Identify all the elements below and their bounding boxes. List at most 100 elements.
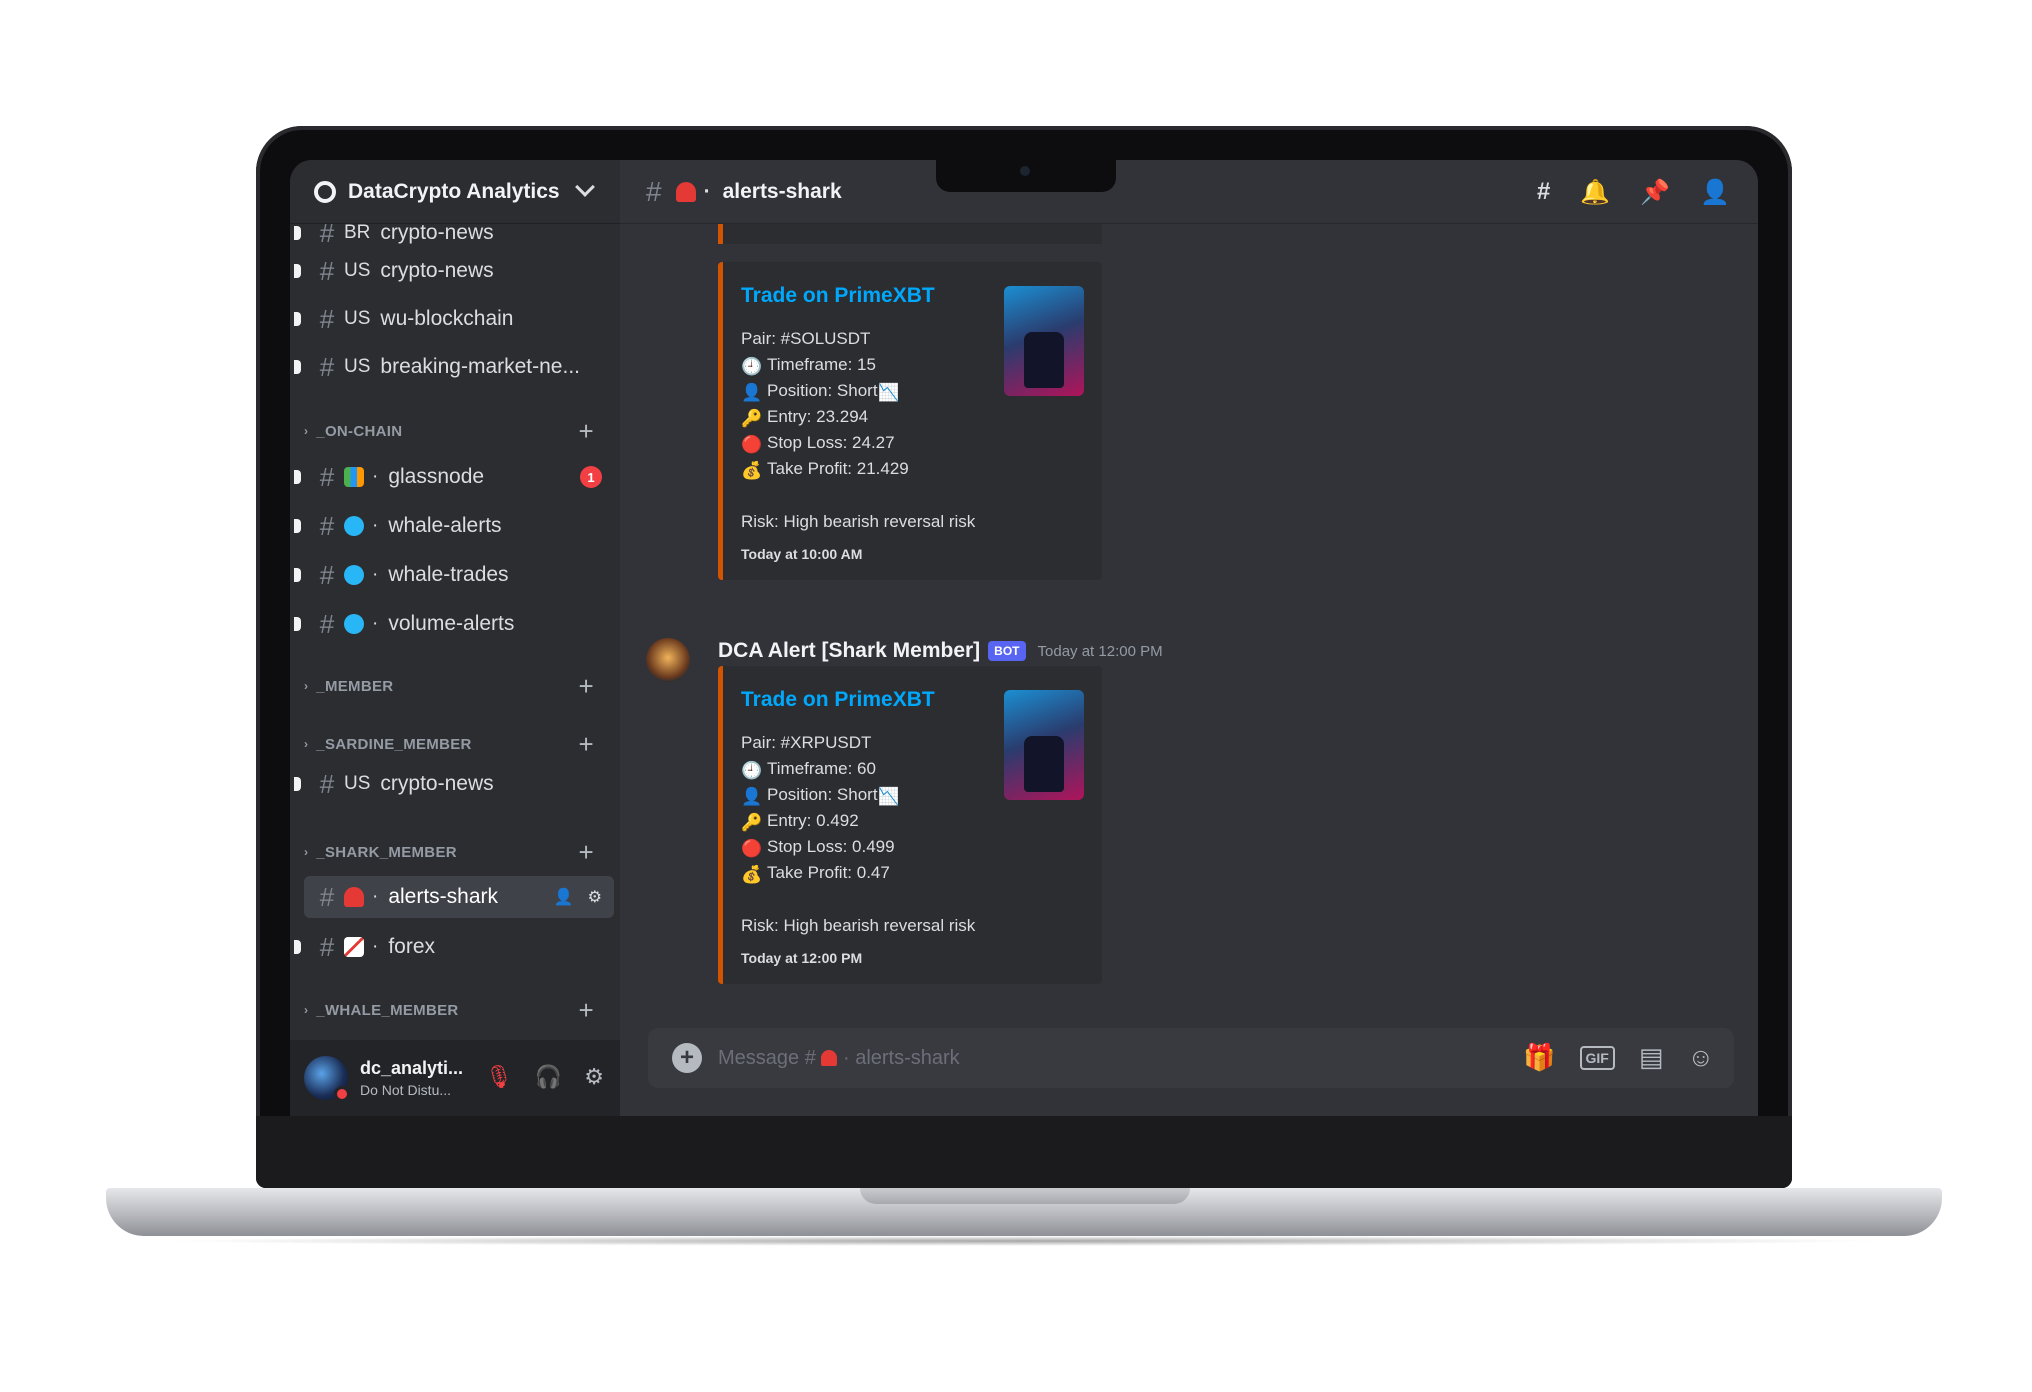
separator: · (372, 886, 379, 907)
channel-item-wu-blockchain[interactable]: # US wu-blockchain (294, 298, 614, 340)
hash-icon: # (319, 351, 335, 382)
chevron-down-icon[interactable] (575, 177, 595, 197)
pin-icon[interactable]: 📌 (1640, 178, 1670, 207)
sticker-icon[interactable]: ▤ (1639, 1042, 1664, 1073)
chevron-right-icon: › (304, 737, 309, 751)
embed-position-text: Position: Short (767, 785, 878, 804)
unread-indicator (294, 568, 301, 582)
channel-name: crypto-news (380, 772, 494, 795)
category-sardine-member[interactable]: › _SARDINE_MEMBER + (304, 729, 614, 759)
emoji-icon[interactable]: ☺ (1687, 1042, 1714, 1073)
unread-indicator (294, 226, 301, 240)
whale-icon (344, 565, 364, 585)
channel-name: volume-alerts (388, 612, 515, 635)
upload-plus-icon[interactable]: + (672, 1043, 702, 1073)
channel-prefix: US (344, 773, 371, 794)
position-icon: 👤 (741, 787, 763, 806)
embed-position-text: Position: Short (767, 381, 878, 400)
bell-icon[interactable]: 🔔 (1580, 178, 1610, 207)
channel-item-sardine-crypto-news[interactable]: # US crypto-news (294, 763, 614, 805)
key-icon: 🔑 (741, 813, 763, 832)
bar-chart-icon (344, 467, 364, 487)
separator: · (372, 936, 379, 957)
placeholder-prefix: Message # (718, 1046, 816, 1069)
embed-footer-time: Today at 10:00 AM (741, 546, 863, 562)
stop-icon: 🔴 (741, 839, 763, 858)
key-icon: 🔑 (741, 409, 763, 428)
channel-item-forex[interactable]: # · forex (294, 926, 614, 968)
channel-name: wu-blockchain (380, 307, 514, 330)
channel-item-alerts-shark[interactable]: # · alerts-shark 👤 ⚙ (304, 876, 614, 918)
hash-icon: # (646, 175, 662, 207)
gift-icon[interactable]: 🎁 (1523, 1042, 1555, 1073)
add-channel-icon[interactable]: + (579, 837, 594, 868)
channel-item-whale-trades[interactable]: # · whale-trades (294, 554, 614, 596)
headphones-icon[interactable]: 🎧 (535, 1064, 562, 1090)
channel-item-whale-alerts[interactable]: # · whale-alerts (294, 505, 614, 547)
embed-entry: 🔑 Entry: 23.294 (741, 404, 1084, 430)
mute-mic-icon[interactable]: 🎙 (485, 1064, 513, 1090)
previous-embed-stub (718, 224, 1102, 244)
add-member-icon[interactable]: 👤 (554, 887, 574, 907)
add-channel-icon[interactable]: + (579, 416, 594, 447)
category-member[interactable]: › _MEMBER + (304, 671, 614, 701)
avatar[interactable] (304, 1056, 350, 1102)
camera-notch (936, 160, 1116, 192)
embed-pair-text: Pair: #SOLUSDT (741, 329, 871, 348)
add-channel-icon[interactable]: + (579, 729, 594, 760)
channel-name: breaking-market-ne... (380, 355, 580, 378)
hash-icon: # (319, 608, 335, 639)
category-label: _ON-CHAIN (316, 422, 403, 440)
hash-icon: # (319, 768, 335, 799)
bot-avatar[interactable] (646, 638, 690, 682)
settings-gear-icon[interactable]: ⚙ (588, 887, 602, 907)
server-gear-icon (314, 180, 336, 203)
whale-icon (344, 614, 364, 634)
product-mockup: DataCrypto Analytics # BR crypto-news # … (0, 0, 2032, 1392)
laptop-base-lip (860, 1188, 1190, 1204)
message-composer[interactable]: + Message # · alerts-shark 🎁 GIF ▤ ☺ (648, 1028, 1734, 1088)
message-author[interactable]: DCA Alert [Shark Member] (718, 639, 980, 663)
channel-name: alerts-shark (388, 885, 499, 908)
separator: · (372, 613, 379, 634)
channel-prefix: US (344, 308, 371, 329)
shark-thumbnail-image[interactable] (1004, 286, 1084, 396)
category-shark-member[interactable]: › _SHARK_MEMBER + (304, 837, 614, 867)
server-header[interactable]: DataCrypto Analytics (290, 160, 620, 224)
channel-item-volume-alerts[interactable]: # · volume-alerts (294, 603, 614, 645)
channel-item-us-crypto-news[interactable]: # US crypto-news (294, 250, 614, 292)
embed-take-profit-text: Take Profit: 21.429 (767, 459, 909, 478)
message-timestamp: Today at 12:00 PM (1037, 642, 1163, 660)
siren-icon (675, 181, 696, 202)
hash-icon: # (319, 224, 335, 248)
channel-sidebar: DataCrypto Analytics # BR crypto-news # … (290, 160, 620, 1116)
add-channel-icon[interactable]: + (579, 671, 594, 702)
unread-indicator (294, 519, 301, 533)
channel-item-glassnode[interactable]: # · glassnode 1 (294, 456, 614, 498)
channel-item-breaking-market-news[interactable]: # US breaking-market-ne... (294, 346, 614, 388)
category-on-chain[interactable]: › _ON-CHAIN + (304, 416, 614, 446)
hash-icon: # (319, 255, 335, 286)
clock-icon: 🕘 (741, 761, 763, 780)
message-input-placeholder[interactable]: Message # · alerts-shark (718, 1047, 960, 1070)
threads-icon[interactable]: # (1537, 178, 1550, 207)
gif-button[interactable]: GIF (1579, 1045, 1615, 1070)
server-name: DataCrypto Analytics (348, 179, 560, 203)
category-whale-member[interactable]: › _WHALE_MEMBER + (304, 995, 614, 1025)
embed-stop-loss-text: Stop Loss: 0.499 (767, 837, 895, 856)
channel-name: whale-alerts (388, 514, 502, 537)
members-icon[interactable]: 👤 (1700, 178, 1730, 207)
embed-pair-text: Pair: #XRPUSDT (741, 733, 872, 752)
money-bag-icon: 💰 (741, 461, 763, 480)
embed-timeframe-text: Timeframe: 15 (767, 355, 876, 374)
add-channel-icon[interactable]: + (579, 995, 594, 1025)
user-panel[interactable]: dc_analyti... Do Not Distu... 🎙 🎧 ⚙ (290, 1040, 620, 1116)
channel-name: glassnode (388, 465, 485, 488)
embed-take-profit: 💰 Take Profit: 21.429 (741, 456, 1084, 482)
hash-icon: # (319, 881, 335, 912)
embed-timeframe-text: Timeframe: 60 (767, 759, 876, 778)
channel-title: alerts-shark (722, 179, 842, 203)
shark-thumbnail-image[interactable] (1004, 690, 1084, 800)
message-embed: Trade on PrimeXBT Pair: #SOLUSDT 🕘 Timefr… (718, 262, 1102, 580)
user-settings-gear-icon[interactable]: ⚙ (584, 1064, 604, 1090)
